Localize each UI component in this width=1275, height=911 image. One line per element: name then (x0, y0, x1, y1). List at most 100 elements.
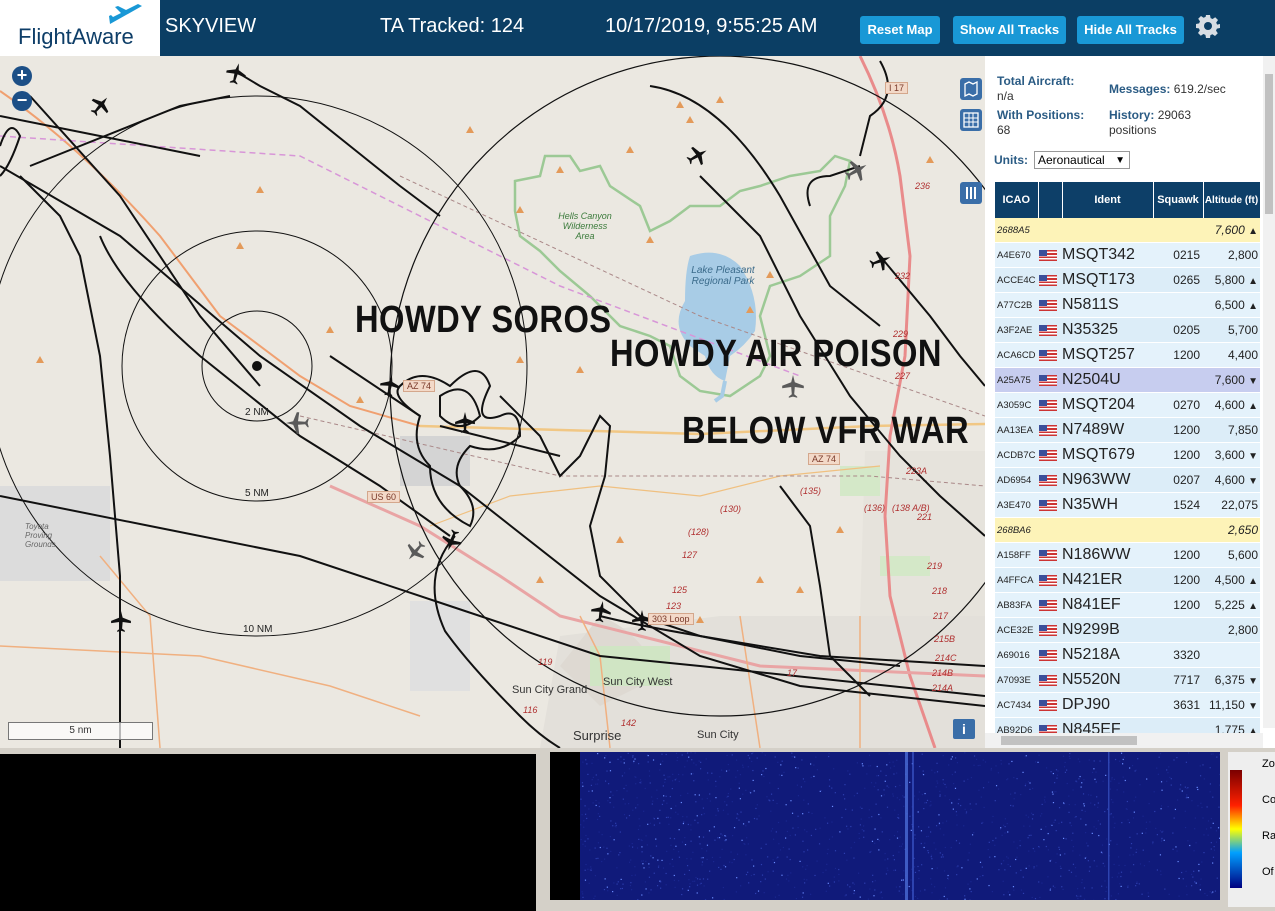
squawk-cell: 0215 (1153, 242, 1203, 268)
reset-map-button[interactable]: Reset Map (860, 16, 940, 44)
flag-cell (1038, 517, 1062, 543)
aircraft-row[interactable]: A69016 N5218A 3320 (995, 642, 1260, 668)
col-ident[interactable]: Ident (1062, 182, 1154, 218)
road-label: 123 (666, 601, 682, 611)
flag-cell (1038, 467, 1062, 493)
aircraft-row[interactable]: A158FF N186WW 1200 5,600 (995, 542, 1260, 568)
hide-all-tracks-button[interactable]: Hide All Tracks (1077, 16, 1184, 44)
squawk-cell (1153, 218, 1203, 243)
aircraft-row[interactable]: ACE32E N9299B 2,800 (995, 617, 1260, 643)
flag-cell (1038, 642, 1062, 668)
columns-icon[interactable] (960, 182, 982, 204)
road-label: 221 (917, 512, 933, 522)
aircraft-row[interactable]: AC7434 DPJ90 3631 11,150 ▼ (995, 692, 1260, 718)
aircraft-row[interactable]: A3F2AE N35325 0205 5,700 (995, 317, 1260, 343)
road-label: 215B (934, 634, 956, 644)
map-view[interactable]: + − HOWDY SOROS HOWDY AIR POISON BELOW V… (0, 56, 985, 748)
altitude-cell: 2,650 (1203, 517, 1260, 543)
us-flag-icon (1039, 700, 1057, 712)
flag-cell (1038, 417, 1062, 443)
trend-icon: ▼ (1248, 451, 1258, 462)
aircraft-row[interactable]: A3E470 N35WH 1524 22,075 (995, 492, 1260, 518)
aircraft-row[interactable]: A3059C MSQT204 0270 4,600 ▲ (995, 392, 1260, 418)
waterfall-controls: Zo Co Ra Of (1228, 752, 1275, 907)
road-label: 218 (932, 586, 948, 596)
flag-cell (1038, 492, 1062, 518)
ident-cell: N35WH (1062, 492, 1153, 518)
col-squawk[interactable]: Squawk (1153, 182, 1204, 218)
map-layer-icon[interactable] (960, 78, 982, 100)
aircraft-row[interactable]: ACDB7C MSQT679 1200 3,600 ▼ (995, 442, 1260, 468)
shield-az74-a: AZ 74 (403, 380, 436, 392)
zoom-in-button[interactable]: + (12, 66, 32, 86)
flag-cell (1038, 317, 1062, 343)
place-sun-city-grand: Sun City Grand (512, 684, 588, 696)
icao-cell: A3F2AE (995, 317, 1038, 343)
ident-cell: N421ER (1062, 567, 1153, 593)
gear-icon[interactable] (1196, 14, 1220, 38)
waterfall-display[interactable] (550, 752, 1221, 902)
road-label: 236 (915, 181, 931, 191)
grid-icon[interactable] (960, 109, 982, 131)
with-positions-label: With Positions: (997, 108, 1085, 122)
altitude-cell: 4,600 ▼ (1203, 467, 1260, 493)
app-name: SKYVIEW (165, 15, 257, 37)
zoom-out-button[interactable]: − (12, 91, 32, 111)
scroll-thumb[interactable] (1265, 74, 1273, 214)
us-flag-icon (1039, 350, 1057, 362)
aircraft-row[interactable]: 2688A5 7,600 ▲ (995, 218, 1260, 243)
aircraft-row[interactable]: A4E670 MSQT342 0215 2,800 (995, 242, 1260, 268)
ident-cell: N35325 (1062, 317, 1153, 343)
aircraft-row[interactable]: 268BA6 2,650 (995, 517, 1260, 543)
ident-cell: DPJ90 (1062, 692, 1153, 718)
aircraft-row[interactable]: A77C2B N5811S 6,500 ▲ (995, 292, 1260, 318)
squawk-cell (1153, 367, 1203, 393)
show-all-tracks-button[interactable]: Show All Tracks (953, 16, 1066, 44)
squawk-cell: 0205 (1153, 317, 1203, 343)
altitude-cell: 7,600 ▼ (1203, 367, 1260, 393)
flightaware-logo[interactable]: FlightAware (0, 0, 160, 56)
col-altitude[interactable]: Altitude (ft) (1203, 182, 1261, 218)
ident-cell: N963WW (1062, 467, 1153, 493)
road-label: (130) (720, 504, 742, 514)
units-label: Units: (994, 153, 1028, 167)
shield-i17: I 17 (885, 82, 909, 94)
icao-cell: ACCE4C (995, 267, 1038, 293)
flag-cell (1038, 392, 1062, 418)
road-label: (136) (864, 503, 886, 513)
flag-cell (1038, 342, 1062, 368)
aircraft-row[interactable]: AD6954 N963WW 0207 4,600 ▼ (995, 467, 1260, 493)
aircraft-row[interactable]: ACA6CD MSQT257 1200 4,400 (995, 342, 1260, 368)
aircraft-row[interactable]: AA13EA N7489W 1200 7,850 (995, 417, 1260, 443)
trend-icon: ▼ (1248, 701, 1258, 712)
datetime: 10/17/2019, 9:55:25 AM (605, 15, 818, 37)
road-label: (128) (688, 527, 710, 537)
road-label: 214B (932, 668, 954, 678)
trend-icon: ▼ (1248, 676, 1258, 687)
shield-303-loop: 303 Loop (648, 613, 694, 625)
shield-az74-b: AZ 74 (808, 453, 841, 465)
road-label: 17 (787, 668, 798, 678)
tracked-count: TA Tracked: 124 (380, 15, 525, 37)
col-flag[interactable] (1038, 182, 1063, 218)
road-label: 223A (906, 466, 928, 476)
icao-cell: AD6954 (995, 467, 1038, 493)
scroll-thumb[interactable] (1001, 736, 1137, 745)
aircraft-row[interactable]: A4FFCA N421ER 1200 4,500 ▲ (995, 567, 1260, 593)
aircraft-row[interactable]: ACCE4C MSQT173 0265 5,800 ▲ (995, 267, 1260, 293)
units-select[interactable]: Aeronautical ▼ (1034, 151, 1130, 169)
road-label: 229 (893, 329, 909, 339)
col-icao[interactable]: ICAO (995, 182, 1039, 218)
road-label: 116 (523, 705, 538, 715)
trend-icon: ▲ (1248, 601, 1258, 612)
info-button[interactable]: i (953, 719, 975, 739)
squawk-cell: 1200 (1153, 417, 1203, 443)
us-flag-icon (1039, 650, 1057, 662)
aircraft-row[interactable]: AB83FA N841EF 1200 5,225 ▲ (995, 592, 1260, 618)
aircraft-row[interactable]: A7093E N5520N 7717 6,375 ▼ (995, 667, 1260, 693)
horizontal-scrollbar[interactable] (985, 733, 1263, 748)
us-flag-icon (1039, 475, 1057, 487)
vertical-scrollbar[interactable] (1263, 56, 1275, 728)
aircraft-layer[interactable] (0, 56, 985, 748)
aircraft-row[interactable]: A25A75 N2504U 7,600 ▼ (995, 367, 1260, 393)
